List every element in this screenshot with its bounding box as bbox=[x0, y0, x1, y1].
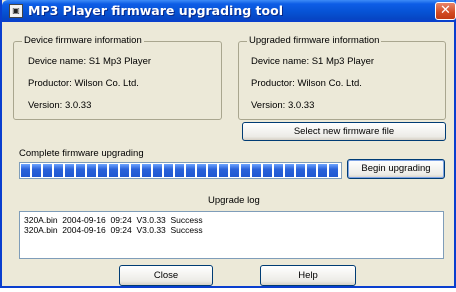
upgrade-progress-bar bbox=[19, 162, 342, 179]
progress-label: Complete firmware upgrading bbox=[19, 148, 144, 159]
progress-segment bbox=[98, 164, 107, 177]
begin-upgrading-button[interactable]: Begin upgrading bbox=[347, 159, 445, 179]
progress-segment bbox=[43, 164, 52, 177]
log-line: 320A.bin 2004-09-16 09:24 V3.0.33 Succes… bbox=[24, 215, 203, 225]
progress-segment bbox=[21, 164, 30, 177]
upgraded-device-name-label: Device name: S1 Mp3 Player bbox=[251, 56, 375, 67]
progress-segment bbox=[164, 164, 173, 177]
progress-segment bbox=[65, 164, 74, 177]
window-title: MP3 Player firmware upgrading tool bbox=[28, 3, 283, 18]
progress-segment bbox=[76, 164, 85, 177]
progress-segment bbox=[208, 164, 217, 177]
upgraded-info-title: Upgraded firmware information bbox=[247, 35, 382, 46]
upgrade-log-box[interactable]: 320A.bin 2004-09-16 09:24 V3.0.33 Succes… bbox=[19, 211, 444, 259]
log-line: 320A.bin 2004-09-16 09:24 V3.0.33 Succes… bbox=[24, 225, 203, 235]
title-bar[interactable]: ▣ MP3 Player firmware upgrading tool ✕ bbox=[2, 0, 456, 22]
upgrade-log-title: Upgrade log bbox=[208, 195, 260, 206]
progress-segment bbox=[230, 164, 239, 177]
progress-segment bbox=[307, 164, 316, 177]
progress-segment bbox=[32, 164, 41, 177]
progress-segment bbox=[241, 164, 250, 177]
close-button[interactable]: Close bbox=[119, 265, 213, 286]
progress-segment bbox=[285, 164, 294, 177]
progress-segment bbox=[219, 164, 228, 177]
help-button[interactable]: Help bbox=[260, 265, 356, 286]
progress-segment bbox=[263, 164, 272, 177]
device-name-label: Device name: S1 Mp3 Player bbox=[28, 56, 152, 67]
version-label: Version: 3.0.33 bbox=[28, 100, 92, 111]
upgraded-productor-label: Productor: Wilson Co. Ltd. bbox=[251, 78, 362, 89]
progress-segment bbox=[153, 164, 162, 177]
productor-label: Productor: Wilson Co. Ltd. bbox=[28, 78, 139, 89]
progress-segment bbox=[131, 164, 140, 177]
upgraded-info-group: Upgraded firmware information Device nam… bbox=[238, 35, 446, 120]
progress-segment bbox=[318, 164, 327, 177]
progress-segment bbox=[296, 164, 305, 177]
progress-segment bbox=[120, 164, 129, 177]
upgraded-version-label: Version: 3.0.33 bbox=[251, 100, 315, 111]
app-icon[interactable]: ▣ bbox=[9, 4, 23, 18]
progress-segment bbox=[329, 164, 338, 177]
progress-segment bbox=[186, 164, 195, 177]
select-firmware-button[interactable]: Select new firmware file bbox=[242, 122, 446, 141]
progress-segment bbox=[142, 164, 151, 177]
progress-segment bbox=[87, 164, 96, 177]
device-info-group: Device firmware information Device name:… bbox=[13, 35, 222, 120]
progress-segment bbox=[197, 164, 206, 177]
progress-segment bbox=[54, 164, 63, 177]
progress-segment bbox=[274, 164, 283, 177]
close-window-button[interactable]: ✕ bbox=[435, 2, 456, 20]
device-info-title: Device firmware information bbox=[22, 35, 144, 46]
progress-segment bbox=[175, 164, 184, 177]
progress-segment bbox=[252, 164, 261, 177]
progress-segment bbox=[109, 164, 118, 177]
main-window: ▣ MP3 Player firmware upgrading tool ✕ D… bbox=[0, 0, 456, 288]
